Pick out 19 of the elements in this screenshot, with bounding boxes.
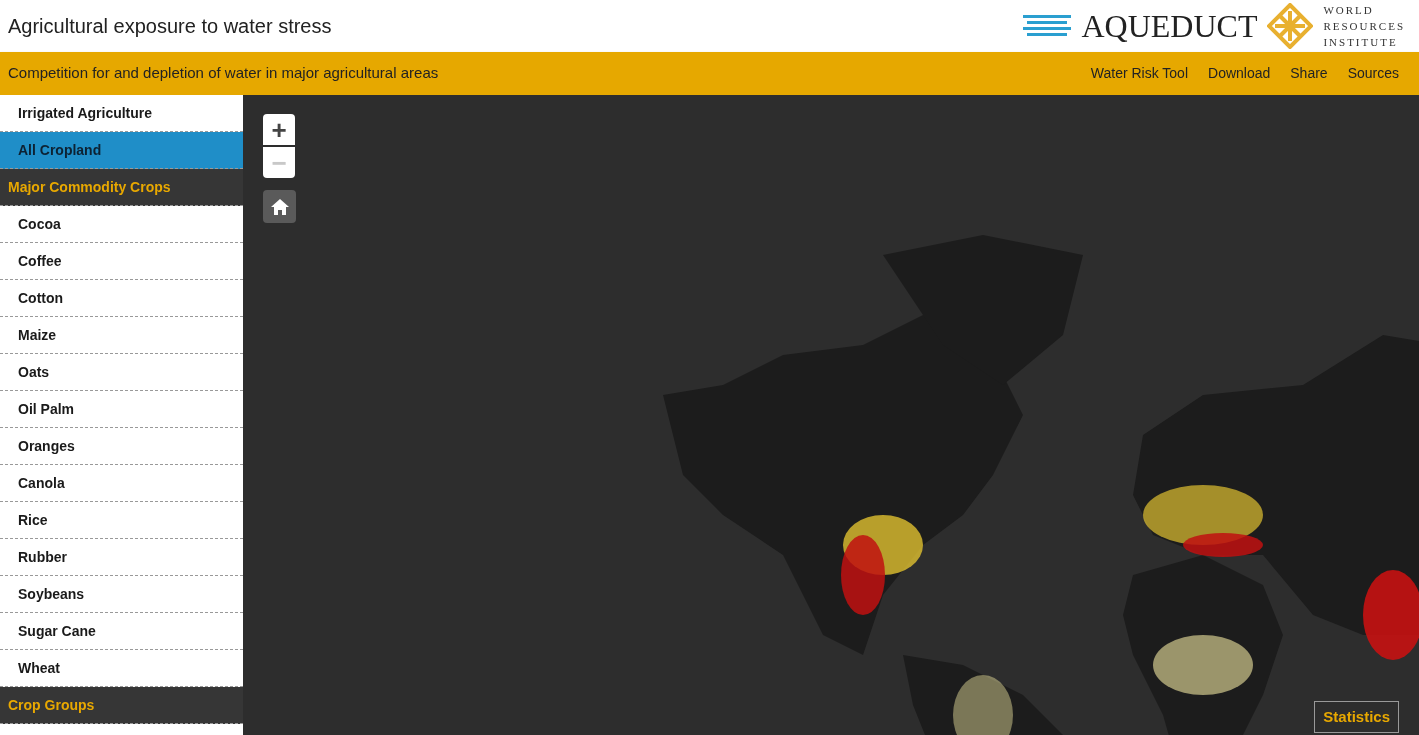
nav-link[interactable]: Share <box>1290 63 1328 84</box>
zoom-in-button[interactable]: + <box>263 114 295 145</box>
page-title: Agricultural exposure to water stress <box>8 14 332 39</box>
nav-link[interactable]: Sources <box>1347 63 1399 84</box>
aqueduct-logo-text: AQUEDUCT <box>1081 10 1258 42</box>
home-icon <box>270 198 289 215</box>
crop-item[interactable]: All Cropland <box>0 132 243 169</box>
subheader-text: Competition for and depletion of water in major agricultural areas <box>8 63 439 84</box>
aqueduct-logo-icon <box>1023 15 1072 37</box>
section-header: Major Commodity Crops <box>0 169 243 206</box>
nav-link[interactable]: Download <box>1208 63 1271 84</box>
org-name-line: WORLD <box>1323 3 1375 18</box>
statistics-button[interactable]: Statistics <box>1314 701 1399 733</box>
home-button[interactable] <box>263 190 296 223</box>
org-name-line: INSTITUTE <box>1323 35 1399 50</box>
section-header: Crop Groups <box>0 687 243 724</box>
nav-link[interactable]: Water Risk Tool <box>1090 63 1188 84</box>
wri-logo-icon <box>1267 3 1314 49</box>
org-name-line: RESOURCES <box>1323 19 1405 34</box>
